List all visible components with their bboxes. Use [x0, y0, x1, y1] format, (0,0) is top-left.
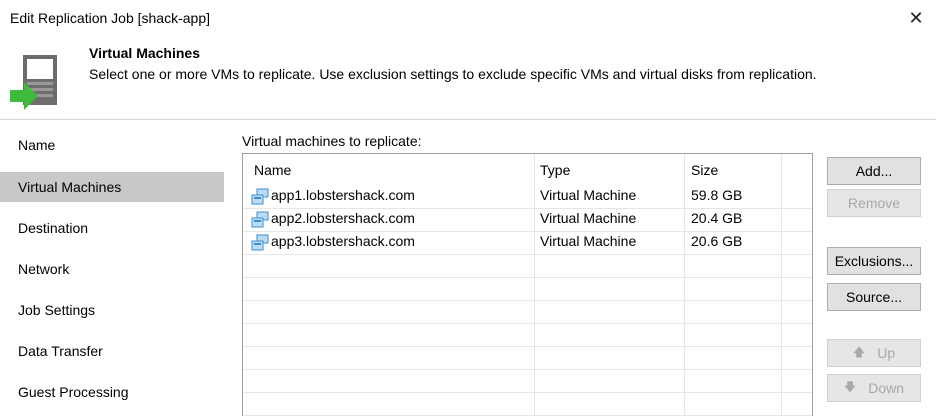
table-row[interactable]: app1.lobstershack.com Virtual Machine 59… [243, 185, 812, 208]
row-divider [243, 323, 812, 324]
row-divider [243, 392, 812, 393]
virtual-machine-icon [251, 188, 269, 205]
vm-list-label: Virtual machines to replicate: [242, 133, 422, 149]
vm-name: app2.lobstershack.com [271, 210, 415, 226]
sidebar-item-job-settings[interactable]: Job Settings [0, 295, 224, 325]
vm-type: Virtual Machine [540, 210, 637, 226]
virtual-machine-icon [251, 234, 269, 251]
arrow-up-icon: 🡅 [852, 344, 866, 359]
move-up-button[interactable]: 🡅 Up [827, 339, 921, 367]
move-down-button[interactable]: 🡇 Down [827, 374, 921, 402]
vm-size: 59.8 GB [691, 187, 743, 203]
close-icon: ✕ [908, 7, 924, 28]
move-up-label: Up [877, 345, 896, 361]
exclusions-button[interactable]: Exclusions... [827, 247, 921, 275]
remove-button[interactable]: Remove [827, 189, 921, 217]
page-description: Select one or more VMs to replicate. Use… [89, 66, 817, 82]
move-down-label: Down [868, 380, 905, 396]
sidebar-item-network[interactable]: Network [0, 254, 224, 284]
sidebar-item-guest-processing[interactable]: Guest Processing [0, 377, 224, 407]
title-bar: Edit Replication Job [shack-app] ✕ [0, 0, 936, 36]
column-header-type[interactable]: Type [540, 162, 570, 178]
sidebar-item-name[interactable]: Name [0, 130, 224, 160]
page-title: Virtual Machines [89, 45, 201, 61]
wizard-header: Virtual Machines Select one or more VMs … [0, 36, 936, 120]
vm-size: 20.4 GB [691, 210, 743, 226]
source-button[interactable]: Source... [827, 283, 921, 311]
table-row[interactable]: app3.lobstershack.com Virtual Machine 20… [243, 231, 812, 254]
wizard-sidebar: Name Virtual Machines Destination Networ… [0, 121, 232, 416]
sidebar-item-destination[interactable]: Destination [0, 213, 224, 243]
vm-size: 20.6 GB [691, 233, 743, 249]
main-panel: Virtual machines to replicate: Name Type… [232, 121, 936, 416]
sidebar-item-virtual-machines[interactable]: Virtual Machines [0, 172, 224, 202]
add-button[interactable]: Add... [827, 157, 921, 185]
column-header-size[interactable]: Size [691, 162, 718, 178]
window-title: Edit Replication Job [shack-app] [10, 10, 210, 26]
row-divider [243, 346, 812, 347]
vm-type: Virtual Machine [540, 233, 637, 249]
row-divider [243, 254, 812, 255]
row-divider [243, 277, 812, 278]
sidebar-item-data-transfer[interactable]: Data Transfer [0, 336, 224, 366]
vm-wizard-icon [10, 55, 57, 110]
vm-list[interactable]: Name Type Size app1.lobstershack.com Vir… [242, 153, 813, 416]
row-divider [243, 369, 812, 370]
vm-type: Virtual Machine [540, 187, 637, 203]
virtual-machine-icon [251, 211, 269, 228]
table-row[interactable]: app2.lobstershack.com Virtual Machine 20… [243, 208, 812, 231]
close-button[interactable]: ✕ [896, 0, 936, 36]
vm-name: app3.lobstershack.com [271, 233, 415, 249]
vm-name: app1.lobstershack.com [271, 187, 415, 203]
arrow-down-icon: 🡇 [843, 379, 857, 394]
row-divider [243, 300, 812, 301]
column-header-name[interactable]: Name [254, 162, 291, 178]
